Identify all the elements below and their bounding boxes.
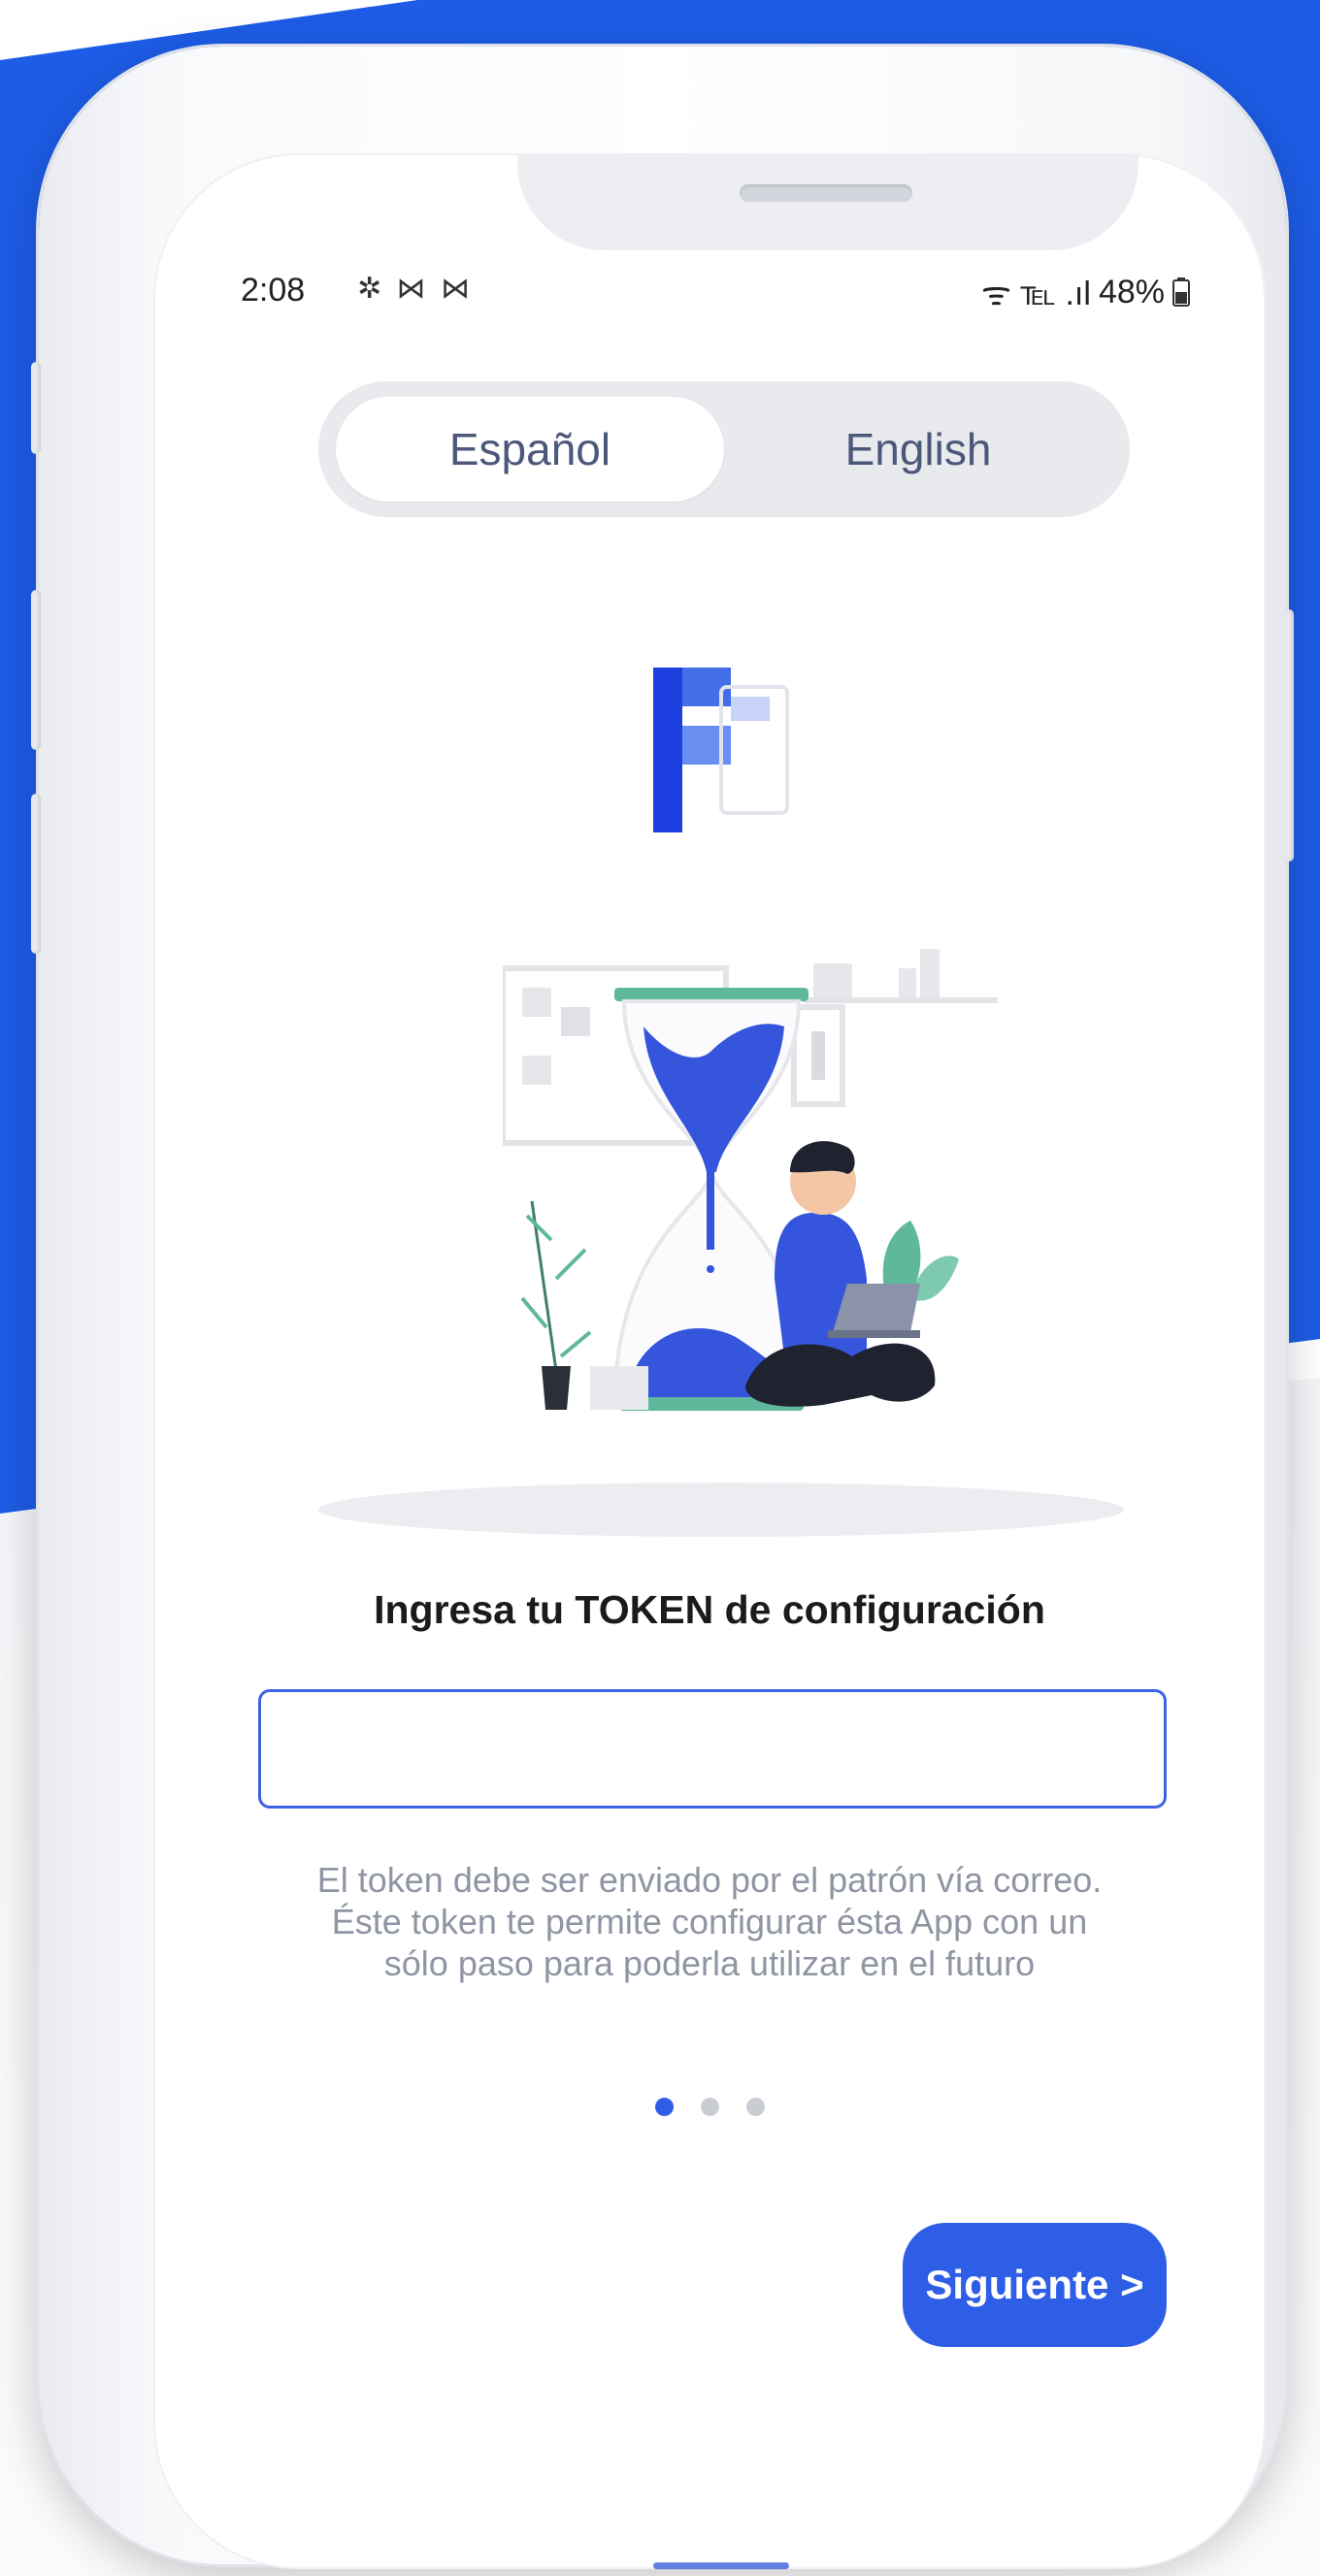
status-right: ᯤ ℡ .ıl 48% bbox=[981, 270, 1190, 314]
illustration-shadow bbox=[318, 1483, 1124, 1537]
phone-notch bbox=[517, 153, 1138, 250]
page-dot bbox=[700, 2098, 719, 2116]
token-input[interactable] bbox=[258, 1689, 1167, 1809]
signal-icons: ᯤ ℡ .ıl bbox=[981, 276, 1091, 312]
app-logo bbox=[653, 668, 789, 832]
power-button bbox=[1284, 609, 1294, 862]
battery-percentage: 48% bbox=[1098, 273, 1165, 310]
volume-up-button bbox=[31, 590, 41, 750]
battery-icon bbox=[1172, 277, 1190, 307]
next-button[interactable]: Siguiente > bbox=[903, 2223, 1167, 2347]
home-indicator bbox=[653, 2562, 789, 2569]
volume-down-button bbox=[31, 794, 41, 954]
helper-text-line: El token debe ser enviado por el patrón … bbox=[316, 1860, 1103, 1900]
page-dot-active bbox=[654, 2098, 674, 2116]
page-dot bbox=[745, 2098, 765, 2116]
helper-text-line: Éste token te permite configurar ésta Ap… bbox=[331, 1902, 1088, 1941]
token-helper-text: El token debe ser enviado por el patrón … bbox=[250, 1859, 1169, 1984]
speaker-grille bbox=[740, 184, 912, 202]
helper-text-line: sólo paso para poderla utilizar en el fu… bbox=[383, 1943, 1036, 1983]
language-option-english[interactable]: English bbox=[724, 397, 1112, 502]
status-time: 2:08 bbox=[241, 272, 306, 309]
language-option-spanish[interactable]: Español bbox=[336, 397, 724, 502]
volume-button bbox=[31, 362, 41, 454]
phone-frame: 2:08 ✲ ⋈ ⋈ ᯤ ℡ .ıl 48% Español English I… bbox=[31, 47, 1294, 2569]
token-prompt-title: Ingresa tu TOKEN de configuración bbox=[374, 1587, 1045, 1632]
hourglass-illustration bbox=[503, 949, 998, 1411]
language-toggle: Español English bbox=[318, 381, 1130, 517]
app-screen: 2:08 ✲ ⋈ ⋈ ᯤ ℡ .ıl 48% Español English I… bbox=[153, 153, 1266, 2569]
page-indicator bbox=[153, 2098, 1266, 2116]
notification-icons: ✲ ⋈ ⋈ bbox=[357, 272, 474, 306]
